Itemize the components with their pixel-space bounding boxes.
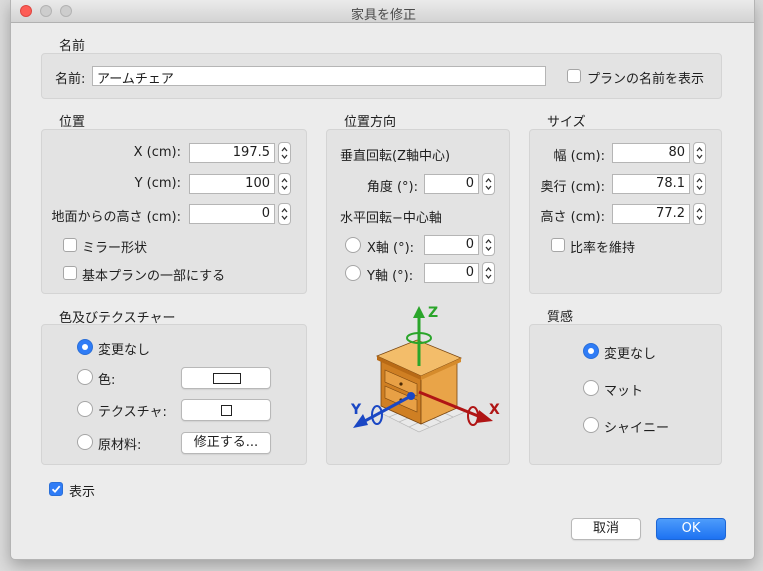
y-input[interactable]: 100 — [189, 174, 275, 194]
mirror-shape-label: ミラー形状 — [82, 241, 148, 256]
location-section-title: 位置 — [59, 115, 86, 130]
texture-label: テクスチャ: — [98, 405, 167, 420]
x-label: X (cm): — [133, 145, 181, 160]
ok-button[interactable]: OK — [656, 518, 726, 540]
x-axis-input[interactable]: 0 — [424, 235, 479, 255]
matt-label: マット — [604, 384, 644, 399]
orientation-preview-image: Z X Y — [350, 305, 500, 433]
materials-label: 原材料: — [98, 438, 142, 453]
name-section-title: 名前 — [59, 39, 86, 54]
elevation-stepper[interactable] — [278, 203, 291, 225]
materials-radio[interactable] — [77, 434, 93, 450]
base-plan-label: 基本プランの一部にする — [82, 269, 226, 284]
elevation-input[interactable]: 0 — [189, 204, 275, 224]
show-name-in-plan-checkbox[interactable] — [567, 69, 581, 83]
modify-materials-button[interactable]: 修正する... — [181, 432, 271, 454]
elevation-label: 地面からの高さ (cm): — [51, 210, 181, 225]
color-unchanged-radio[interactable] — [77, 339, 93, 355]
height-input[interactable]: 77.2 — [612, 204, 690, 224]
x-axis-stepper[interactable] — [482, 234, 495, 256]
visible-label: 表示 — [69, 485, 96, 500]
x-axis-radio[interactable] — [345, 237, 361, 253]
show-name-in-plan-label: プランの名前を表示 — [587, 72, 705, 87]
title-bar: 家具を修正 — [11, 0, 754, 23]
width-input[interactable]: 80 — [612, 143, 690, 163]
texture-radio[interactable] — [77, 401, 93, 417]
shiny-label: シャイニー — [604, 421, 670, 436]
keep-proportions-label: 比率を維持 — [570, 241, 636, 256]
y-axis-radio[interactable] — [345, 265, 361, 281]
shiny-radio[interactable] — [583, 417, 599, 433]
angle-stepper[interactable] — [482, 173, 495, 195]
z-axis-label: Z — [428, 305, 438, 321]
depth-stepper[interactable] — [693, 173, 706, 195]
y-axis-stepper[interactable] — [482, 262, 495, 284]
color-label: 色: — [98, 373, 116, 388]
matt-radio[interactable] — [583, 380, 599, 396]
y-stepper[interactable] — [278, 173, 291, 195]
color-button[interactable] — [181, 367, 271, 389]
color-unchanged-label: 変更なし — [98, 343, 151, 358]
texture-button[interactable] — [181, 399, 271, 421]
depth-label: 奥行 (cm): — [540, 180, 605, 195]
orientation-section-title: 位置方向 — [344, 115, 397, 130]
name-field-label: 名前: — [55, 72, 86, 87]
y-axis-arrow-label: Y — [350, 402, 362, 418]
angle-label: 角度 (°): — [366, 180, 418, 195]
color-swatch-icon — [213, 373, 241, 384]
checkmark-icon — [51, 485, 61, 494]
mirror-shape-checkbox[interactable] — [63, 238, 77, 252]
keep-proportions-checkbox[interactable] — [551, 238, 565, 252]
y-axis-input[interactable]: 0 — [424, 263, 479, 283]
visible-checkbox[interactable] — [49, 482, 63, 496]
color-radio[interactable] — [77, 369, 93, 385]
x-axis-arrow-label: X — [489, 402, 500, 418]
modify-furniture-dialog: 家具を修正 名前 名前: アームチェア プランの名前を表示 位置 X (cm):… — [10, 0, 755, 560]
shininess-unchanged-label: 変更なし — [604, 347, 657, 362]
width-stepper[interactable] — [693, 142, 706, 164]
depth-input[interactable]: 78.1 — [612, 174, 690, 194]
size-section-title: サイズ — [547, 115, 586, 130]
height-stepper[interactable] — [693, 203, 706, 225]
cancel-button[interactable]: 取消 — [571, 518, 641, 540]
x-input[interactable]: 197.5 — [189, 143, 275, 163]
x-stepper[interactable] — [278, 142, 291, 164]
width-label: 幅 (cm): — [553, 149, 605, 164]
base-plan-checkbox[interactable] — [63, 266, 77, 280]
shininess-section-title: 質感 — [547, 310, 574, 325]
name-input[interactable]: アームチェア — [92, 66, 546, 87]
y-axis-label: Y軸 (°): — [367, 269, 414, 284]
x-axis-label: X軸 (°): — [367, 241, 415, 256]
y-label: Y (cm): — [134, 176, 181, 191]
horizontal-rotation-heading: 水平回転−中心軸 — [340, 211, 442, 226]
angle-input[interactable]: 0 — [424, 174, 479, 194]
window-title: 家具を修正 — [350, 8, 416, 23]
vertical-rotation-heading: 垂直回転(Z軸中心) — [340, 149, 451, 164]
shininess-unchanged-radio[interactable] — [583, 343, 599, 359]
height-label: 高さ (cm): — [540, 210, 605, 225]
texture-swatch-icon — [221, 405, 232, 416]
